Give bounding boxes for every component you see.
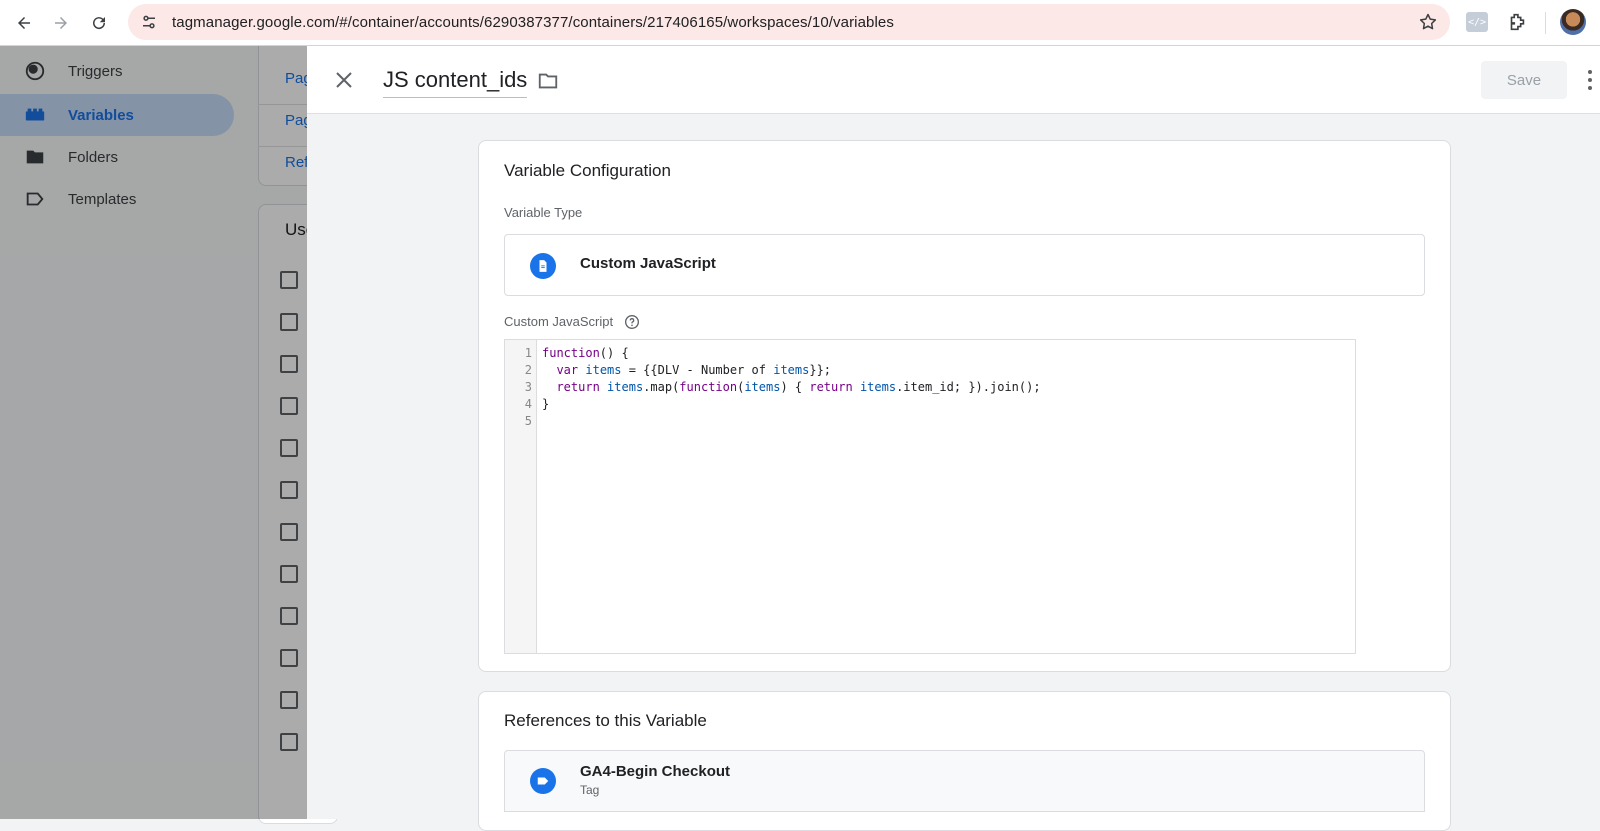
- card-title: References to this Variable: [504, 711, 707, 730]
- code-token: return: [809, 380, 853, 394]
- reference-name: GA4-Begin Checkout: [580, 763, 731, 780]
- address-bar[interactable]: tagmanager.google.com/#/container/accoun…: [128, 4, 1450, 40]
- code-token: items: [859, 380, 897, 394]
- folder-icon[interactable]: [536, 70, 560, 92]
- tag-icon: [530, 768, 556, 794]
- help-icon[interactable]: [624, 314, 640, 330]
- reference-item[interactable]: GA4-Begin Checkout Tag: [504, 750, 1425, 812]
- line-number: 2: [524, 363, 532, 377]
- variable-name-input[interactable]: JS content_ids: [383, 67, 528, 98]
- modal-scrim[interactable]: [0, 46, 307, 819]
- code-token: items: [773, 363, 810, 377]
- custom-javascript-icon: [530, 253, 556, 279]
- back-icon[interactable]: [6, 5, 42, 41]
- code-token: var: [556, 363, 579, 377]
- code-line: }: [542, 397, 550, 411]
- close-icon[interactable]: [332, 68, 356, 92]
- browser-toolbar: tagmanager.google.com/#/container/accoun…: [0, 0, 1600, 46]
- variable-configuration-card[interactable]: Variable Configuration Variable Type Cus…: [478, 140, 1451, 672]
- panel-header: JS content_ids Save: [307, 46, 1600, 114]
- line-number: 4: [524, 397, 532, 411]
- save-button[interactable]: Save: [1481, 61, 1567, 99]
- reload-icon[interactable]: [81, 5, 117, 41]
- code-extension-icon[interactable]: </>: [1466, 12, 1488, 32]
- code-token: items: [607, 380, 644, 394]
- url-text: tagmanager.google.com/#/container/accoun…: [172, 13, 894, 31]
- code-token: items: [744, 380, 781, 394]
- bookmark-star-icon[interactable]: [1418, 12, 1438, 32]
- reference-kind: Tag: [580, 783, 600, 797]
- code-line: return items.map(function(items) { retur…: [556, 380, 1041, 394]
- extensions-puzzle-icon[interactable]: [1506, 11, 1528, 33]
- line-number-gutter: 1 2 3 4 5: [505, 340, 537, 653]
- code-line: function() {: [542, 346, 629, 360]
- line-number: 1: [524, 346, 532, 360]
- code-token: function: [542, 346, 600, 360]
- line-number: 3: [524, 380, 532, 394]
- more-options-icon[interactable]: [1587, 68, 1593, 92]
- code-line: var items = {{DLV - Number of items}};: [556, 363, 832, 377]
- references-card: References to this Variable GA4-Begin Ch…: [478, 691, 1451, 831]
- code-token: function: [679, 380, 738, 394]
- card-title: Variable Configuration: [504, 161, 671, 180]
- code-token: items: [585, 363, 622, 377]
- variable-type-label: Variable Type: [504, 205, 583, 220]
- code-token: return: [556, 380, 600, 394]
- variable-type-selector[interactable]: Custom JavaScript: [504, 234, 1425, 296]
- forward-icon[interactable]: [43, 5, 79, 41]
- code-field-label: Custom JavaScript: [504, 314, 614, 329]
- site-info-icon[interactable]: [140, 12, 160, 32]
- toolbar-divider: [1545, 12, 1546, 34]
- code-editor[interactable]: 1 2 3 4 5 function() { var items = {{DLV…: [504, 339, 1356, 654]
- variable-editor-panel: JS content_ids Save Variable Configurati…: [307, 46, 1600, 831]
- profile-avatar[interactable]: [1560, 9, 1586, 35]
- line-number: 5: [524, 414, 532, 428]
- variable-type-name: Custom JavaScript: [580, 255, 716, 272]
